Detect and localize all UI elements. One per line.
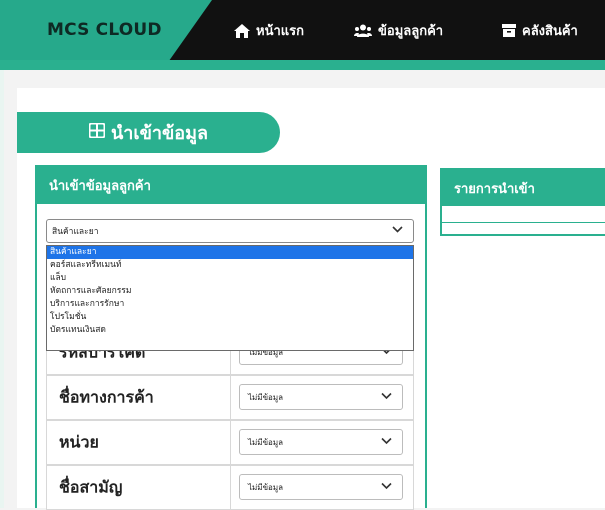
archive-icon: [502, 24, 516, 37]
dropdown-option[interactable]: โปรโมชั่น: [47, 311, 413, 324]
dropdown-option[interactable]: บริการและการรักษา: [47, 298, 413, 311]
nav-item-label: คลังสินค้า: [522, 24, 578, 39]
left-edge: [0, 70, 4, 508]
table-icon: [88, 122, 106, 143]
mapping-row: ชื่อทางการค้า ไม่มีข้อมูล: [46, 375, 414, 420]
nav-item-label: หน้าแรก: [256, 24, 304, 39]
dropdown-option[interactable]: แล็บ: [47, 272, 413, 285]
mapping-row: หน่วย ไม่มีข้อมูล: [46, 420, 414, 465]
divider: [230, 421, 231, 464]
chevron-down-icon: [381, 392, 392, 402]
nav-item-home[interactable]: หน้าแรก: [234, 20, 304, 41]
users-icon: [354, 24, 372, 38]
dropdown-option[interactable]: คอร์สและทรีทเมนท์: [47, 259, 413, 272]
select-value: ไม่มีข้อมูล: [248, 482, 284, 492]
nav-item-label: ข้อมูลลูกค้า: [378, 24, 444, 39]
select-value: สินค้าและยา: [52, 227, 99, 237]
chevron-down-icon: [392, 226, 403, 236]
top-navbar: MCS CLOUD หน้าแรก ข้อมูลลูกค้า คลังสินค้…: [0, 0, 605, 60]
mapping-row: ชื่อสามัญ ไม่มีข้อมูล: [46, 465, 414, 510]
panel-title: นำเข้าข้อมูลลูกค้า: [37, 167, 425, 204]
dropdown-option[interactable]: หัตถการและศัลยกรรม: [47, 285, 413, 298]
import-data-tab[interactable]: นำเข้าข้อมูล: [17, 112, 280, 153]
divider: [230, 376, 231, 419]
navbar-accent-strip: [0, 60, 605, 70]
select-value: ไม่มีข้อมูล: [248, 392, 284, 402]
import-type-select[interactable]: สินค้าและยา: [46, 219, 414, 243]
panel-title: รายการนำเข้า: [442, 170, 605, 206]
dropdown-option[interactable]: สินค้าและยา: [47, 246, 413, 259]
select-value: ไม่มีข้อมูล: [248, 437, 284, 447]
divider: [442, 222, 605, 223]
import-type-dropdown-list: สินค้าและยา คอร์สและทรีทเมนท์ แล็บ หัตถก…: [46, 245, 414, 351]
field-mapping-select[interactable]: ไม่มีข้อมูล: [239, 474, 403, 500]
chevron-down-icon: [381, 437, 392, 447]
nav-item-customers[interactable]: ข้อมูลลูกค้า: [354, 20, 443, 41]
field-label: หน่วย: [59, 432, 99, 451]
home-icon: [234, 23, 250, 38]
field-label: ชื่อทางการค้า: [59, 387, 154, 406]
import-list-panel: รายการนำเข้า: [440, 168, 605, 236]
import-tab-label: นำเข้าข้อมูล: [111, 123, 208, 144]
chevron-down-icon: [381, 482, 392, 492]
field-mapping-select[interactable]: ไม่มีข้อมูล: [239, 384, 403, 410]
dropdown-option[interactable]: บัตรแทนเงินสด: [47, 324, 413, 337]
field-label: ชื่อสามัญ: [59, 477, 123, 496]
field-mapping-select[interactable]: ไม่มีข้อมูล: [239, 429, 403, 455]
divider: [230, 466, 231, 509]
nav-item-inventory[interactable]: คลังสินค้า: [502, 20, 578, 41]
brand-text[interactable]: MCS CLOUD: [47, 20, 162, 40]
